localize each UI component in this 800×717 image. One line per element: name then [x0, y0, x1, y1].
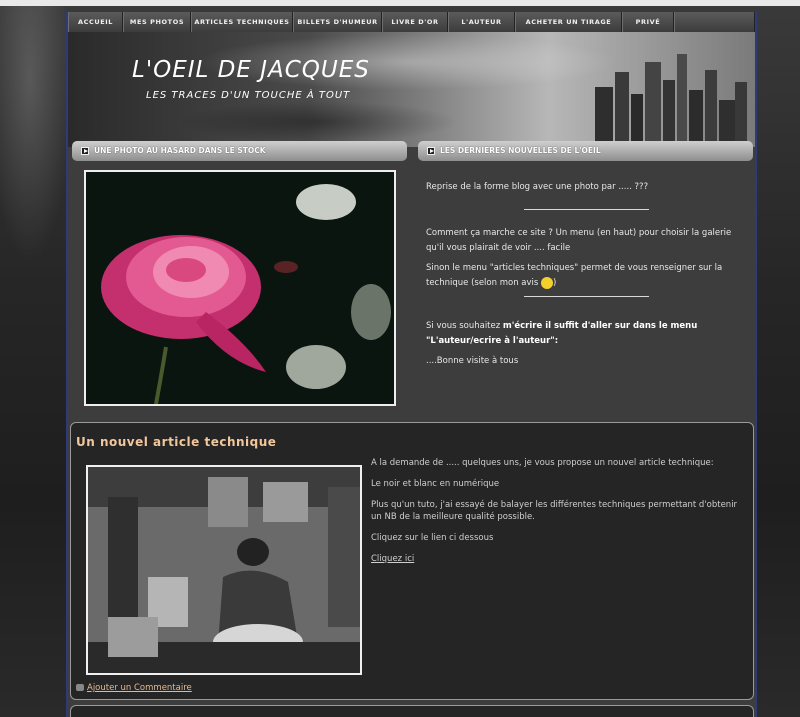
news-paragraph-4: Si vous souhaitez m'écrire il suffit d'a…: [426, 319, 746, 349]
news-paragraph-5: ....Bonne visite à tous: [426, 356, 519, 366]
article-box: Un nouvel article technique A la demande…: [70, 422, 754, 700]
main-nav: ACCUEIL MES PHOTOS ARTICLES TECHNIQUES B…: [68, 12, 755, 32]
nav-filler: [674, 12, 755, 32]
article-link[interactable]: Cliquez ici: [371, 554, 414, 564]
site-title[interactable]: L'OEIL DE JACQUES: [132, 57, 370, 83]
article-paragraph-3: Plus qu'un tuto, j'ai essayé de balayer …: [371, 500, 738, 522]
article-text: A la demande de ..... quelques uns, je v…: [371, 457, 741, 574]
divider: [523, 209, 649, 210]
rose-photo[interactable]: [84, 170, 396, 406]
nav-item-billets-humeur[interactable]: BILLETS D'HUMEUR: [293, 12, 382, 32]
arrow-right-icon: [81, 147, 89, 155]
news-paragraph-2: Comment ça marche ce site ? Un menu (en …: [426, 228, 732, 253]
news-paragraph-3-end: ): [553, 278, 557, 288]
city-skyline-image: [595, 54, 747, 147]
random-photo-heading: UNE PHOTO AU HASARD DANS LE STOCK: [72, 141, 407, 161]
article-title[interactable]: Un nouvel article technique: [76, 435, 276, 449]
news-heading: LES DERNIERES NOUVELLES DE L'OEIL: [418, 141, 753, 161]
add-comment-link[interactable]: Ajouter un Commentaire: [76, 683, 192, 693]
page-container: ACCUEIL MES PHOTOS ARTICLES TECHNIQUES B…: [66, 12, 757, 717]
news-heading-label: LES DERNIERES NOUVELLES DE L'OEIL: [440, 146, 601, 155]
divider: [523, 296, 649, 297]
nav-item-articles-techniques[interactable]: ARTICLES TECHNIQUES: [191, 12, 293, 32]
news-text: Reprise de la forme blog avec une photo …: [426, 180, 746, 374]
site-subtitle: LES TRACES D'UN TOUCHE À TOUT: [146, 90, 351, 101]
nav-item-prive[interactable]: PRIVÉ: [622, 12, 674, 32]
workshop-image: [88, 467, 360, 673]
news-paragraph-3-text: Sinon le menu "articles techniques" perm…: [426, 263, 723, 288]
news-paragraph-4-text: Si vous souhaitez: [426, 321, 503, 331]
rose-image: [86, 172, 394, 404]
nav-item-mes-photos[interactable]: MES PHOTOS: [123, 12, 191, 32]
next-article-box: [70, 705, 754, 717]
arrow-right-icon: [427, 147, 435, 155]
nav-item-accueil[interactable]: ACCUEIL: [68, 12, 123, 32]
bw-workshop-photo[interactable]: [86, 465, 362, 675]
nav-item-acheter-tirage[interactable]: ACHETER UN TIRAGE: [515, 12, 622, 32]
nav-item-auteur[interactable]: L'AUTEUR: [448, 12, 515, 32]
random-photo-heading-label: UNE PHOTO AU HASARD DANS LE STOCK: [94, 146, 266, 155]
news-paragraph-3: Sinon le menu "articles techniques" perm…: [426, 261, 746, 291]
smiley-icon: [541, 276, 554, 289]
nav-item-livre-or[interactable]: LIVRE D'OR: [382, 12, 448, 32]
comment-icon: [76, 684, 84, 691]
browser-top-strip: [0, 0, 800, 6]
add-comment-label: Ajouter un Commentaire: [87, 683, 192, 693]
article-paragraph-1: A la demande de ..... quelques uns, je v…: [371, 458, 714, 468]
article-paragraph-4: Cliquez sur le lien ci dessous: [371, 533, 494, 543]
site-header: L'OEIL DE JACQUES LES TRACES D'UN TOUCHE…: [68, 32, 755, 147]
article-paragraph-2: Le noir et blanc en numérique: [371, 479, 500, 489]
news-paragraph-1: Reprise de la forme blog avec une photo …: [426, 182, 649, 192]
